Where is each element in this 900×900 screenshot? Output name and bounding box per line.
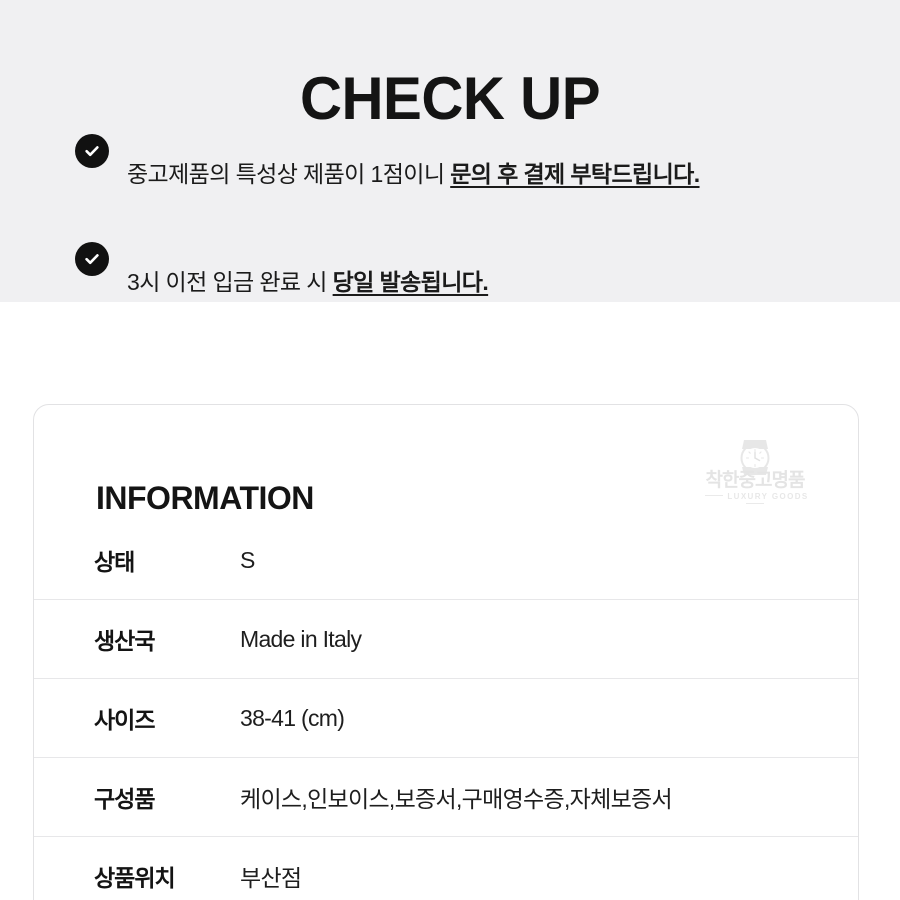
row-spacer-right <box>812 521 858 600</box>
information-card: INFORMATION 착한중고명품 LUXURY GOODS 상태 S 생산국… <box>33 404 859 900</box>
spec-value: Made in Italy <box>240 599 812 679</box>
spec-label: 상품위치 <box>94 836 240 900</box>
checkup-item: 중고제품의 특성상 제품이 1점이니 문의 후 결제 부탁드립니다. <box>75 132 875 216</box>
row-spacer-left <box>34 678 94 758</box>
checkup-item-emphasis: 문의 후 결제 부탁드립니다. <box>450 161 700 187</box>
row-spacer-left <box>34 599 94 679</box>
spec-label: 생산국 <box>94 599 240 679</box>
row-spacer-left <box>34 521 94 600</box>
table-row: 상품위치 부산점 <box>34 836 858 900</box>
brand-name: 착한중고명품 <box>705 470 806 491</box>
information-section: INFORMATION 착한중고명품 LUXURY GOODS 상태 S 생산국… <box>0 302 900 900</box>
spec-label: 구성품 <box>94 757 240 837</box>
spec-value: 부산점 <box>240 836 812 900</box>
table-row: 구성품 케이스,인보이스,보증서,구매영수증,자체보증서 <box>34 757 858 837</box>
checkup-item-lead: 3시 이전 입금 완료 시 <box>127 269 333 295</box>
row-spacer-right <box>812 678 858 758</box>
spec-value: S <box>240 546 255 573</box>
checkup-item-text: 중고제품의 특성상 제품이 1점이니 문의 후 결제 부탁드립니다. <box>127 155 875 193</box>
information-heading: INFORMATION <box>96 479 314 516</box>
table-row: 상태 S <box>34 521 858 600</box>
information-card-header: INFORMATION 착한중고명품 LUXURY GOODS <box>34 405 858 521</box>
checkup-title: CHECK UP <box>299 65 601 133</box>
spec-value: 케이스,인보이스,보증서,구매영수증,자체보증서 <box>240 757 812 837</box>
checkup-section: CHECK UP 중고제품의 특성상 제품이 1점이니 문의 후 결제 부탁드립… <box>0 0 900 302</box>
row-spacer-left <box>34 757 94 837</box>
product-detail-page: CHECK UP 중고제품의 특성상 제품이 1점이니 문의 후 결제 부탁드립… <box>0 0 900 900</box>
row-spacer-left <box>34 836 94 900</box>
watch-icon <box>724 437 786 482</box>
checkup-item-emphasis: 당일 발송됩니다. <box>332 269 489 295</box>
row-spacer-right <box>812 757 858 837</box>
spec-value: 38-41 (cm) <box>240 678 812 758</box>
spec-label: 상태 <box>94 549 135 575</box>
brand-subtitle: LUXURY GOODS <box>690 493 820 509</box>
checkup-item-lead: 중고제품의 특성상 제품이 1점이니 <box>127 161 451 187</box>
check-circle-icon <box>75 242 109 276</box>
table-row: 생산국 Made in Italy <box>34 599 858 679</box>
spec-label: 사이즈 <box>94 678 240 758</box>
information-table: 상태 S 생산국 Made in Italy 사이즈 38-41 (cm) 구성… <box>34 521 858 900</box>
table-row: 사이즈 38-41 (cm) <box>34 678 858 758</box>
check-circle-icon <box>75 134 109 168</box>
checkup-item-text: 3시 이전 입금 완료 시 당일 발송됩니다. <box>127 263 875 301</box>
row-spacer-right <box>812 599 858 679</box>
row-spacer-right <box>812 836 858 900</box>
brand-watermark: 착한중고명품 LUXURY GOODS <box>690 437 820 509</box>
